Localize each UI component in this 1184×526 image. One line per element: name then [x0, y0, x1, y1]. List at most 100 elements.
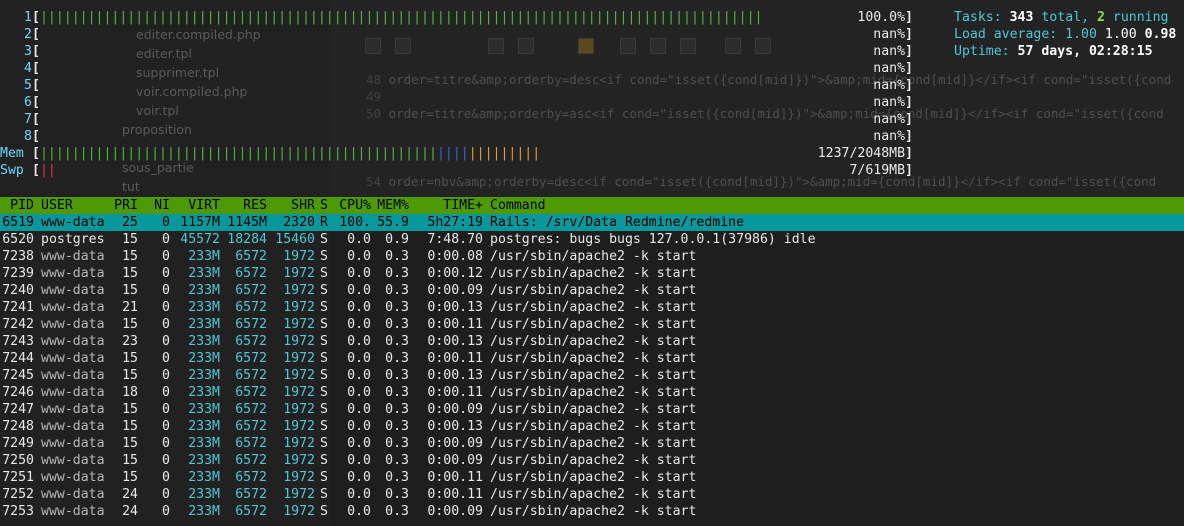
cell-pid: 7239: [2, 266, 34, 281]
column-header-command[interactable]: Command: [490, 197, 1180, 214]
cell-pri: 15: [122, 470, 138, 485]
process-row[interactable]: 7253 www-data 24 0 233M 6572 1972 S 0.0 0.3 0:00.0…: [0, 503, 1184, 520]
process-row[interactable]: 7238 www-data 15 0 233M 6572 1972 S 0.0 0.3 0:00.0…: [0, 248, 1184, 265]
cell-pid: 7240: [2, 283, 34, 298]
process-row[interactable]: 7243 www-data 23 0 233M 6572 1972 S 0.0 0.3 0:00.1…: [0, 333, 1184, 350]
process-row[interactable]: 7252 www-data 24 0 233M 6572 1972 S 0.0 0.3 0:00.1…: [0, 486, 1184, 503]
cell-s: S: [320, 504, 328, 519]
process-row[interactable]: 7251 www-data 15 0 233M 6572 1972 S 0.0 0.3 0:00.1…: [0, 469, 1184, 486]
cell-s: S: [320, 368, 328, 383]
process-row[interactable]: 6520 postgres 15 0 45572 18284 15460 S 0.0 0.9 7:4…: [0, 231, 1184, 248]
cell-res: 6572: [235, 487, 267, 502]
process-row[interactable]: 7248 www-data 15 0 233M 6572 1972 S 0.0 0.3 0:00.1…: [0, 418, 1184, 435]
process-row[interactable]: 7247 www-data 15 0 233M 6572 1972 S 0.0 0.3 0:00.0…: [0, 401, 1184, 418]
cell-pri: 15: [122, 402, 138, 417]
cell-command: /usr/sbin/apache2 -k start: [490, 317, 697, 332]
cell-res: 6572: [235, 249, 267, 264]
cell-cpu: 0.0: [347, 368, 371, 383]
process-row-selected[interactable]: 6519 www-data 25 0 1157M 1145M 2320 R 100. 55.9 5h…: [0, 214, 1184, 231]
process-row[interactable]: 7250 www-data 15 0 233M 6572 1972 S 0.0 0.3 0:00.0…: [0, 452, 1184, 469]
process-row[interactable]: 7249 www-data 15 0 233M 6572 1972 S 0.0 0.3 0:00.0…: [0, 435, 1184, 452]
cell-ni: 0: [162, 385, 170, 400]
process-row[interactable]: 7244 www-data 15 0 233M 6572 1972 S 0.0 0.3 0:00.1…: [0, 350, 1184, 367]
process-row[interactable]: 7239 www-data 15 0 233M 6572 1972 S 0.0 0.3 0:00.1…: [0, 265, 1184, 282]
cell-pri: 15: [122, 453, 138, 468]
cell-virt: 233M: [188, 317, 220, 332]
cell-command: /usr/sbin/apache2 -k start: [490, 334, 697, 349]
cell-time: 0:00.13: [427, 368, 483, 383]
cell-user: www-data: [41, 385, 105, 400]
cell-ni: 0: [162, 266, 170, 281]
cell-user: www-data: [41, 504, 105, 519]
cell-virt: 233M: [188, 487, 220, 502]
cell-res: 6572: [235, 334, 267, 349]
cell-command: /usr/sbin/apache2 -k start: [490, 419, 697, 434]
cell-command: /usr/sbin/apache2 -k start: [490, 266, 697, 281]
cell-shr: 1972: [283, 249, 315, 264]
column-header-pri[interactable]: PRI: [108, 197, 138, 214]
cell-user: www-data: [41, 266, 105, 281]
process-row[interactable]: 7242 www-data 15 0 233M 6572 1972 S 0.0 0.3 0:00.1…: [0, 316, 1184, 333]
process-row[interactable]: 7241 www-data 21 0 233M 6572 1972 S 0.0 0.3 0:00.1…: [0, 299, 1184, 316]
cell-pid: 6520: [2, 232, 34, 247]
cell-user: www-data: [41, 317, 105, 332]
cpu-meter-1-close-bracket: ]: [905, 10, 913, 25]
cpu-meter-7-value: nan%]: [873, 112, 913, 127]
cell-shr: 1972: [283, 334, 315, 349]
cell-command: /usr/sbin/apache2 -k start: [490, 368, 697, 383]
process-table-header[interactable]: PID USER PRI NI VIRT RES SHR S CPU% MEM% TIME+ Comm…: [0, 197, 1184, 214]
column-header-ni[interactable]: NI: [143, 197, 170, 214]
swap-meter-close-bracket: ]: [905, 163, 913, 178]
column-header-mem[interactable]: MEM%: [374, 197, 409, 214]
cell-shr: 1972: [283, 266, 315, 281]
column-header-pid[interactable]: PID: [0, 197, 34, 214]
cell-user: www-data: [41, 368, 105, 383]
process-row[interactable]: 7245 www-data 15 0 233M 6572 1972 S 0.0 0.3 0:00.1…: [0, 367, 1184, 384]
process-row[interactable]: 7246 www-data 18 0 233M 6572 1972 S 0.0 0.3 0:00.1…: [0, 384, 1184, 401]
cell-res: 1145M: [227, 215, 267, 230]
cell-mem: 0.9: [385, 232, 409, 247]
cell-user: www-data: [41, 487, 105, 502]
cell-pri: 15: [122, 368, 138, 383]
cell-cpu: 0.0: [347, 385, 371, 400]
cell-virt: 233M: [188, 300, 220, 315]
load-average: Load average: 1.00 1.00 0.98: [954, 27, 1177, 42]
cell-time: 0:00.09: [427, 504, 483, 519]
cell-time: 0:00.13: [427, 300, 483, 315]
cell-mem: 0.3: [385, 470, 409, 485]
column-header-s[interactable]: S: [320, 197, 332, 214]
cell-res: 6572: [235, 385, 267, 400]
cell-pri: 15: [122, 436, 138, 451]
cell-res: 6572: [235, 402, 267, 417]
column-header-cpu[interactable]: CPU%: [336, 197, 371, 214]
cell-user: postgres: [41, 232, 105, 247]
cell-ni: 0: [162, 470, 170, 485]
cell-res: 6572: [235, 300, 267, 315]
cell-ni: 0: [162, 249, 170, 264]
column-header-res[interactable]: RES: [222, 197, 267, 214]
column-header-virt[interactable]: VIRT: [175, 197, 220, 214]
cell-pid: 7238: [2, 249, 34, 264]
cell-ni: 0: [162, 368, 170, 383]
process-row-partial[interactable]: [0, 520, 1184, 526]
cell-virt: 233M: [188, 419, 220, 434]
column-header-shr[interactable]: SHR: [270, 197, 315, 214]
cell-virt: 233M: [188, 334, 220, 349]
cell-ni: 0: [162, 351, 170, 366]
process-row[interactable]: 7240 www-data 15 0 233M 6572 1972 S 0.0 0.3 0:00.0…: [0, 282, 1184, 299]
cell-cpu: 0.0: [347, 334, 371, 349]
cell-cpu: 0.0: [347, 249, 371, 264]
cell-cpu: 0.0: [347, 453, 371, 468]
htop-terminal[interactable]: 1[||||||||||||||||||||||||||||||||||||||…: [0, 0, 1184, 525]
cell-time: 0:00.09: [427, 436, 483, 451]
cell-virt: 233M: [188, 283, 220, 298]
cell-shr: 1972: [283, 470, 315, 485]
cell-command: /usr/sbin/apache2 -k start: [490, 283, 697, 298]
column-header-time[interactable]: TIME+: [416, 197, 483, 214]
cell-res: 18284: [227, 232, 267, 247]
column-header-user[interactable]: USER: [41, 197, 111, 214]
cell-mem: 0.3: [385, 334, 409, 349]
cell-mem: 0.3: [385, 487, 409, 502]
cell-time: 0:00.09: [427, 402, 483, 417]
cell-pri: 24: [122, 487, 138, 502]
